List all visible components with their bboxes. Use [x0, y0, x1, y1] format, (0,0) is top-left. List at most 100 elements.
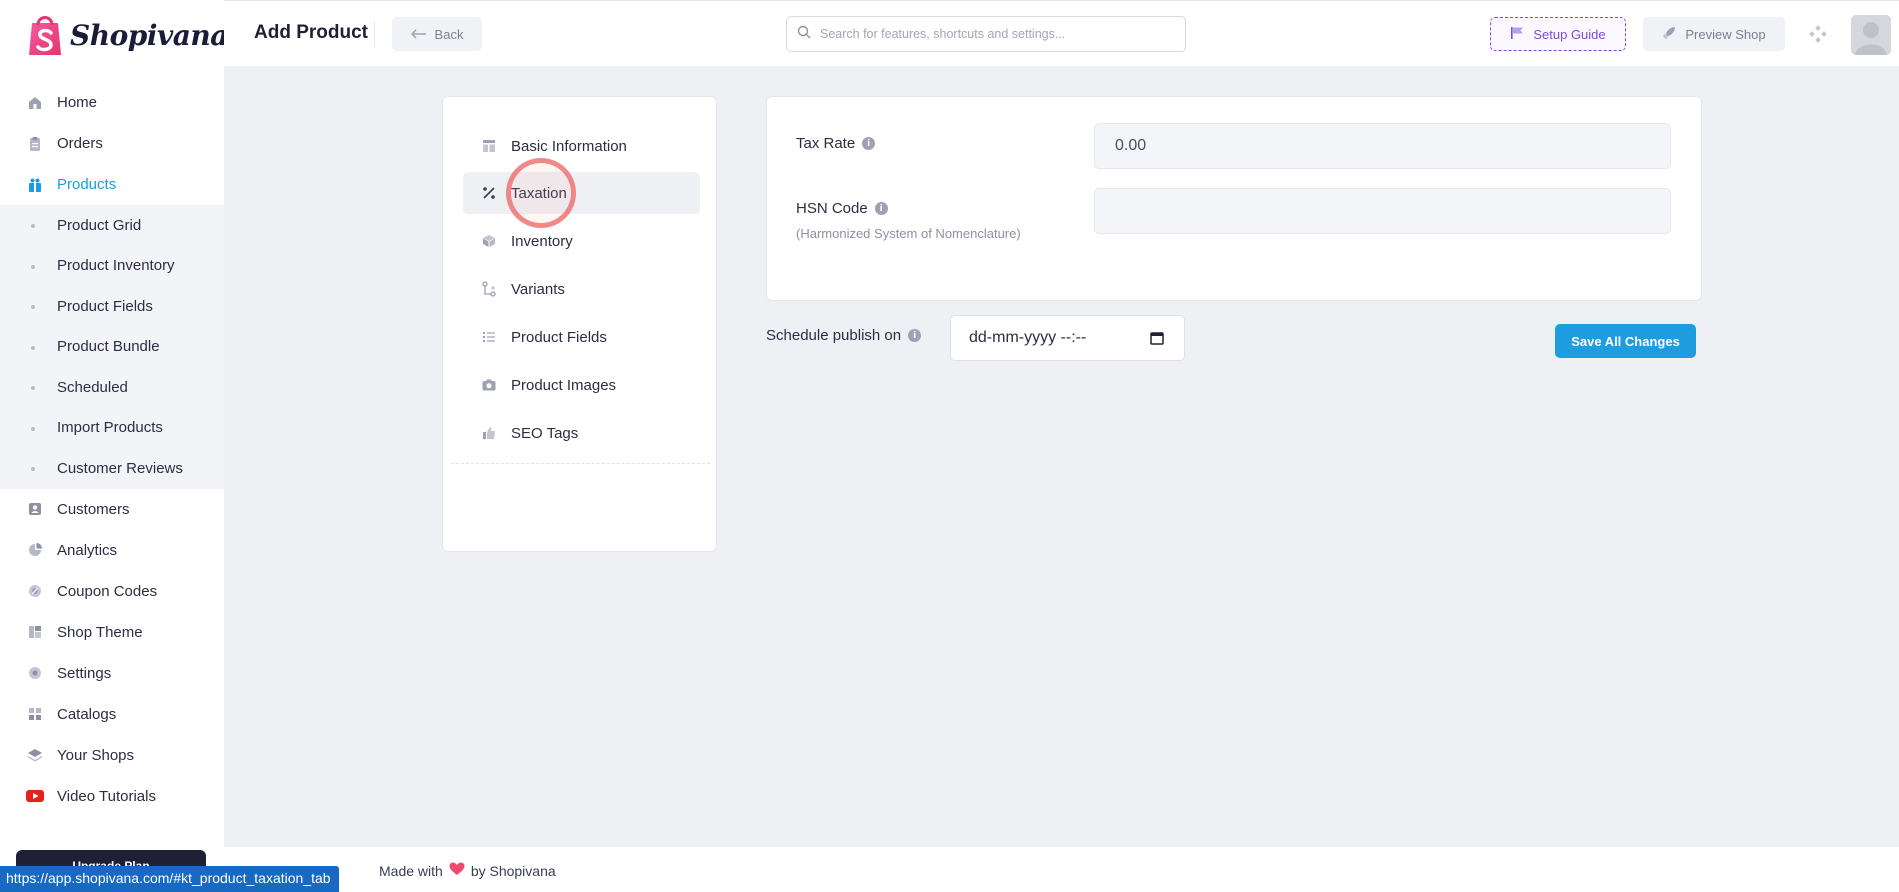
search-icon [797, 25, 811, 44]
clipboard-icon [26, 135, 44, 153]
status-url-bar: https://app.shopivana.com/#kt_product_ta… [0, 866, 339, 892]
footer-made-with: Made with [379, 862, 443, 879]
arrow-left-icon [410, 27, 427, 42]
box-icon [481, 233, 497, 249]
sidebar-item-label: Video Tutorials [57, 787, 156, 805]
global-search[interactable] [786, 16, 1186, 52]
user-avatar-icon [1851, 15, 1891, 55]
hsn-code-hint: (Harmonized System of Nomenclature) [796, 226, 1021, 241]
search-input[interactable] [820, 27, 1170, 41]
sidebar-item-orders[interactable]: Orders [0, 123, 224, 164]
coupon-icon [26, 582, 44, 600]
gift-icon [26, 176, 44, 194]
preview-shop-button[interactable]: Preview Shop [1643, 17, 1785, 51]
sidebar-item-label: Catalogs [57, 705, 117, 723]
tab-label: Product Fields [511, 328, 607, 346]
tab-product-images[interactable]: Product Images [463, 364, 700, 406]
sidebar-item-label: Settings [57, 664, 112, 682]
schedule-publish-label-text: Schedule publish on [766, 327, 902, 344]
heart-icon [449, 862, 465, 879]
hsn-code-label: HSN Code i [796, 200, 888, 217]
info-icon[interactable]: i [862, 137, 876, 150]
apps-grid-icon[interactable] [1809, 25, 1827, 43]
sidebar-item-label: Analytics [57, 541, 118, 559]
tab-product-fields[interactable]: Product Fields [463, 316, 700, 358]
user-avatar[interactable] [1851, 15, 1891, 55]
logo-text: Shopivana [70, 18, 228, 52]
sidebar-item-label: Orders [57, 135, 103, 152]
schedule-datetime-value: dd-mm-yyyy --:-- [969, 329, 1087, 346]
tab-taxation[interactable]: Taxation [463, 172, 700, 214]
sidebar-item-label: Shop Theme [57, 623, 143, 641]
logo[interactable]: Shopivana [26, 12, 228, 58]
tab-label: Basic Information [511, 137, 627, 155]
percent-icon [481, 185, 497, 201]
footer-by: by Shopivana [470, 862, 556, 879]
back-button-label: Back [434, 26, 464, 42]
user-card-icon [26, 500, 44, 518]
back-button[interactable]: Back [392, 17, 482, 51]
sidebar-item-product-inventory[interactable]: Product Inventory [0, 246, 224, 287]
layers-icon [26, 746, 44, 764]
home-icon [26, 94, 44, 112]
sidebar-item-customer-reviews[interactable]: Customer Reviews [0, 448, 224, 489]
info-icon[interactable]: i [908, 329, 922, 342]
schedule-datetime-input[interactable]: dd-mm-yyyy --:-- [950, 315, 1185, 361]
sidebar-item-import-products[interactable]: Import Products [0, 408, 224, 449]
tab-label: Taxation [511, 184, 567, 202]
setup-guide-button[interactable]: Setup Guide [1490, 17, 1626, 51]
sidebar-item-customers[interactable]: Customers [0, 489, 224, 530]
flag-icon [1510, 26, 1524, 43]
sidebar-item-product-bundle[interactable]: Product Bundle [0, 327, 224, 368]
hsn-code-label-text: HSN Code [796, 200, 868, 217]
gear-icon [26, 664, 44, 682]
sidebar-item-analytics[interactable]: Analytics [0, 530, 224, 571]
info-icon[interactable]: i [874, 202, 888, 215]
schedule-publish-label: Schedule publish on i [766, 327, 922, 344]
table-icon [481, 138, 497, 154]
tab-label: Inventory [511, 232, 573, 250]
sidebar-item-products[interactable]: Products [0, 164, 224, 205]
sidebar-item-label: Products [57, 176, 117, 193]
tab-label: Product Images [511, 376, 617, 394]
sidebar-nav: Home Orders Products Product Grid Produc… [0, 82, 224, 817]
variants-icon [481, 281, 497, 297]
sidebar-item-home[interactable]: Home [0, 82, 224, 123]
tab-label: Variants [511, 280, 565, 298]
sidebar-item-settings[interactable]: Settings [0, 653, 224, 694]
tabs-divider [451, 463, 710, 464]
pie-chart-icon [26, 541, 44, 559]
save-all-changes-button[interactable]: Save All Changes [1555, 324, 1696, 358]
tab-basic-information[interactable]: Basic Information [463, 125, 700, 167]
sidebar-item-scheduled[interactable]: Scheduled [0, 367, 224, 408]
sidebar-item-video-tutorials[interactable]: Video Tutorials [0, 776, 224, 817]
youtube-icon [26, 787, 44, 805]
sidebar-item-product-grid[interactable]: Product Grid [0, 205, 224, 246]
thumbs-up-icon [481, 425, 497, 441]
sidebar-item-your-shops[interactable]: Your Shops [0, 735, 224, 776]
tax-rate-label-text: Tax Rate [796, 135, 856, 152]
catalog-icon [26, 705, 44, 723]
sidebar-item-coupon-codes[interactable]: Coupon Codes [0, 571, 224, 612]
sidebar-item-shop-theme[interactable]: Shop Theme [0, 612, 224, 653]
hsn-code-input[interactable] [1094, 188, 1671, 234]
tab-seo-tags[interactable]: SEO Tags [463, 412, 700, 454]
products-submenu: Product Grid Product Inventory Product F… [0, 205, 224, 489]
tab-inventory[interactable]: Inventory [463, 220, 700, 262]
sidebar: Shopivana Home Orders Products Product G… [0, 0, 228, 892]
layout-icon [26, 623, 44, 641]
camera-icon [481, 377, 497, 393]
footer: Made with by Shopivana [224, 847, 1899, 892]
taxation-form-card: Tax Rate i HSN Code i (Harmonized System… [766, 96, 1702, 301]
tab-variants[interactable]: Variants [463, 268, 700, 310]
sidebar-item-catalogs[interactable]: Catalogs [0, 694, 224, 735]
product-tabs-card: Basic Information Taxation Inventory Var… [442, 96, 717, 552]
tax-rate-label: Tax Rate i [796, 135, 876, 152]
sidebar-item-product-fields[interactable]: Product Fields [0, 286, 224, 327]
tax-rate-input[interactable] [1094, 123, 1671, 169]
tab-label: SEO Tags [511, 424, 579, 442]
header-divider [374, 21, 375, 47]
sidebar-item-label: Customers [57, 500, 130, 518]
calendar-icon[interactable] [1150, 331, 1164, 345]
sidebar-item-label: Your Shops [57, 746, 135, 764]
